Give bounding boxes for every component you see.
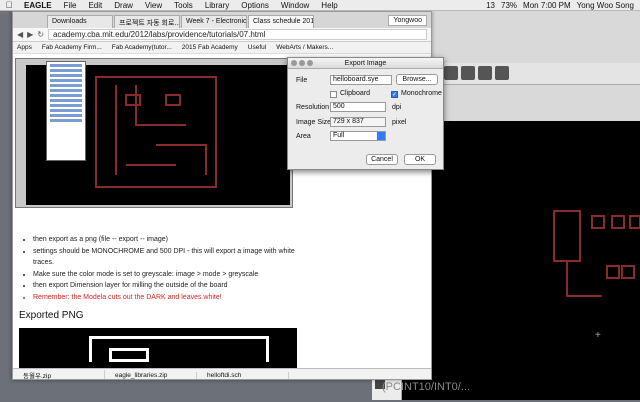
chevron-down-icon (377, 132, 385, 140)
menu-options[interactable]: Options (235, 1, 275, 10)
menu-window[interactable]: Window (275, 1, 315, 10)
clipboard-checkbox[interactable] (330, 91, 337, 98)
user-name[interactable]: Yong Woo Song (577, 1, 634, 10)
browse-button[interactable]: Browse... (396, 74, 438, 85)
area-select[interactable]: Full (330, 131, 386, 141)
monochrome-checkbox[interactable]: ✓ (391, 91, 398, 98)
crosshair-cursor-icon: + (595, 330, 601, 341)
ok-button[interactable]: OK (404, 154, 436, 165)
dpi-label: dpi (392, 104, 402, 111)
bookmark-3[interactable]: 2015 Fab Academy (182, 44, 238, 51)
close-icon[interactable] (291, 60, 297, 66)
cancel-button[interactable]: Cancel (366, 154, 398, 165)
minimize-icon[interactable] (299, 60, 305, 66)
toolbar-icon[interactable] (495, 66, 509, 80)
toolbar-icon[interactable] (478, 66, 492, 80)
menu-view[interactable]: View (139, 1, 168, 10)
menu-help[interactable]: Help (315, 1, 343, 10)
file-label: File (296, 77, 308, 84)
download-item[interactable]: helloftdi.sch (197, 371, 289, 379)
bookmark-2[interactable]: Fab Academy(tutor... (112, 44, 172, 51)
back-icon[interactable]: ◀ (17, 30, 23, 39)
instruction-list: then export as a png (file -- export -- … (21, 234, 301, 303)
menu-app-name[interactable]: EAGLE (18, 1, 58, 10)
file-field[interactable]: helloboard.sye (330, 75, 392, 85)
battery-status[interactable]: 73% (501, 1, 517, 10)
bookmark-apps[interactable]: Apps (17, 44, 32, 51)
address-bar-row: ◀ ▶ ↻ academy.cba.mit.edu/2012/labs/prov… (13, 28, 431, 42)
coordinate-readout: (PCINT10/INT0/... (382, 381, 471, 393)
download-bar: 동월우.zip eagle_libraries.zip helloftdi.sc… (13, 368, 431, 379)
mac-menu-bar:  EAGLE File Edit Draw View Tools Librar… (0, 0, 640, 11)
menu-library[interactable]: Library (199, 1, 235, 10)
area-value: Full (333, 132, 345, 139)
download-item[interactable]: eagle_libraries.zip (105, 371, 197, 379)
dialog-title: Export Image (344, 60, 387, 67)
resolution-field[interactable]: 500 (330, 102, 386, 112)
bookmark-1[interactable]: Fab Academy Firm... (42, 44, 102, 51)
export-image-dialog: Export Image File helloboard.sye Browse.… (287, 57, 444, 170)
warning-item: Remember: the Modela cuts out the DARK a… (33, 292, 301, 304)
clipboard-label: Clipboard (340, 90, 370, 97)
clock[interactable]: Mon 7:00 PM (523, 1, 571, 10)
area-label: Area (296, 133, 311, 140)
forward-icon[interactable]: ▶ (27, 30, 33, 39)
image-size-field: 729 x 837 (330, 117, 386, 127)
instruction-item: then export Dimension layer for milling … (33, 280, 301, 292)
tab-2[interactable]: 프로젝트 자동 회로... (114, 15, 180, 28)
reload-icon[interactable]: ↻ (37, 30, 44, 39)
toolbar-icon[interactable] (461, 66, 475, 80)
tab-bar: Downloads 프로젝트 자동 회로... Week 7 - Electro… (13, 12, 431, 28)
section-heading: Exported PNG (19, 310, 84, 321)
download-item[interactable]: 동월우.zip (13, 370, 105, 379)
menu-tools[interactable]: Tools (168, 1, 199, 10)
instruction-item: then export as a png (file -- export -- … (33, 234, 301, 246)
exported-png-preview (19, 328, 297, 368)
zoom-icon[interactable] (307, 60, 313, 66)
tutorial-screenshot (15, 58, 293, 208)
tab-downloads[interactable]: Downloads (47, 15, 113, 28)
instruction-item: settings should be MONOCHROME and 500 DP… (33, 246, 301, 269)
tab-3[interactable]: Week 7 - Electronics Pr... (181, 15, 247, 28)
menu-file[interactable]: File (58, 1, 83, 10)
monochrome-label: Monochrome (401, 90, 442, 97)
resolution-label: Resolution (296, 104, 330, 111)
menu-draw[interactable]: Draw (108, 1, 139, 10)
bookmarks-bar: Apps Fab Academy Firm... Fab Academy(tut… (13, 42, 431, 54)
screenshot-layer-list (46, 61, 86, 161)
menu-edit[interactable]: Edit (82, 1, 108, 10)
pixel-label: pixel (392, 119, 407, 126)
profile-button[interactable]: Yongwoo (388, 15, 427, 26)
notification-count[interactable]: 13 (486, 1, 495, 10)
toolbar-icon[interactable] (444, 66, 458, 80)
bookmark-5[interactable]: WebArts / Makers... (276, 44, 333, 51)
dialog-titlebar: Export Image (288, 58, 443, 69)
apple-icon[interactable]:  (0, 0, 18, 10)
image-size-label: Image Size (296, 119, 332, 126)
instruction-item: Make sure the color mode is set to greys… (33, 269, 301, 281)
status-area: 13 73% Mon 7:00 PM Yong Woo Song (486, 1, 640, 10)
tab-class-schedule[interactable]: Class schedule 2015 |... (248, 15, 314, 28)
bookmark-4[interactable]: Useful (248, 44, 266, 51)
url-field[interactable]: academy.cba.mit.edu/2012/labs/providence… (48, 29, 427, 40)
